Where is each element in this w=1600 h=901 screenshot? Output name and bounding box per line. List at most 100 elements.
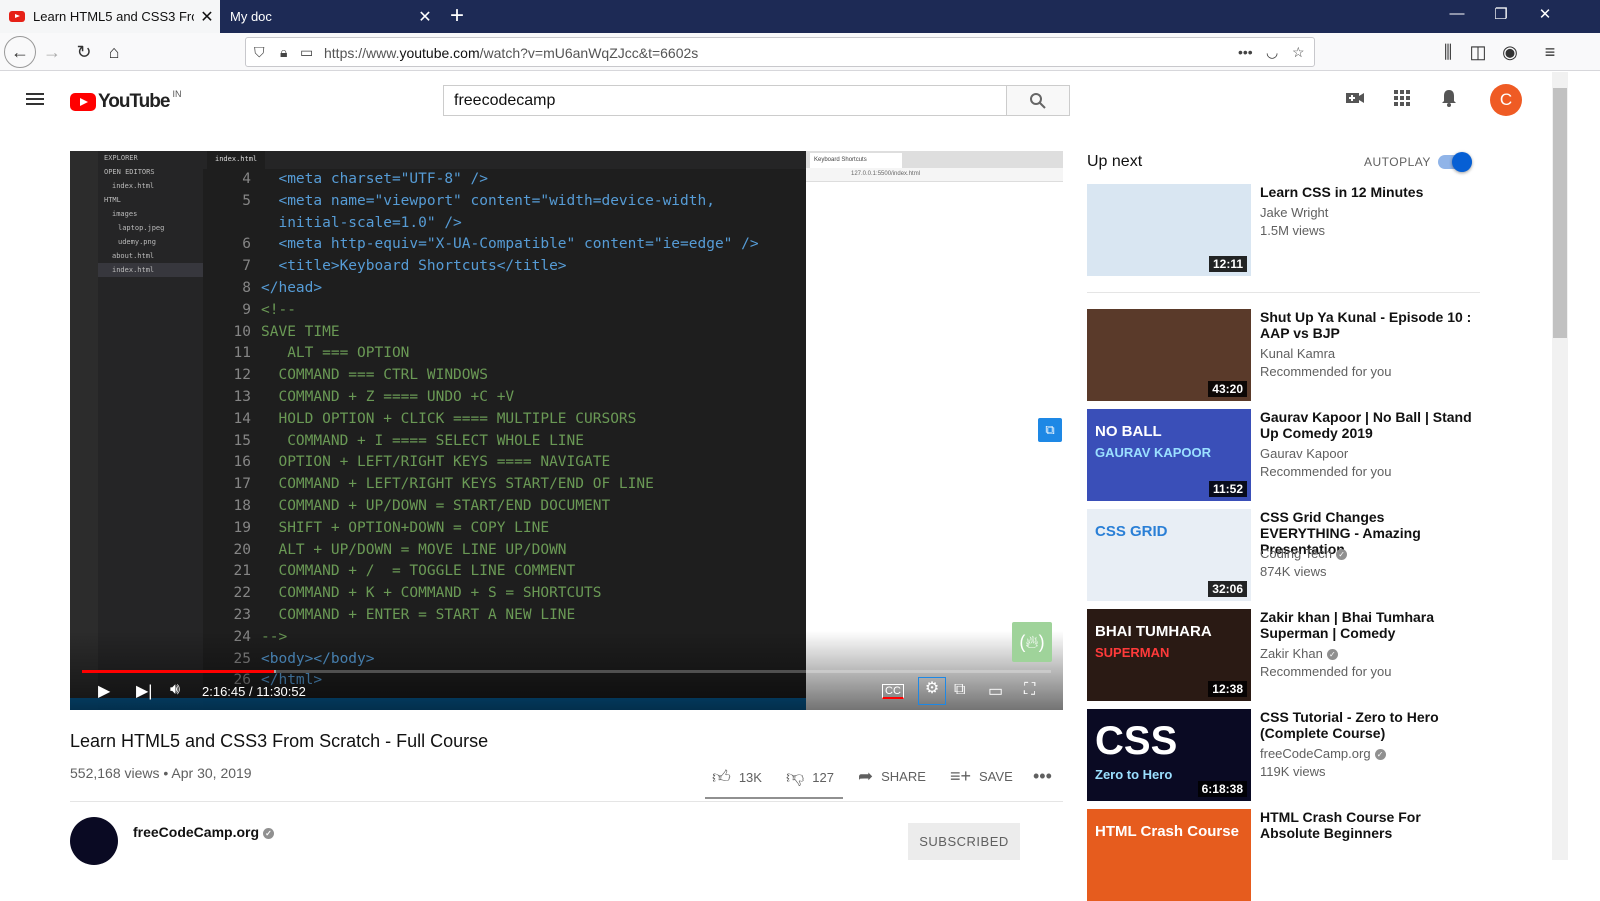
code-text: </head> — [261, 280, 323, 296]
recommendation-title[interactable]: Zakir khan | Bhai Tumhara Superman | Com… — [1260, 609, 1475, 641]
back-arrow-icon[interactable]: ← — [4, 36, 36, 68]
line-number: 23 — [233, 607, 251, 623]
recommendation-item[interactable]: CSS GRID 32:06 CSS Grid Changes EVERYTHING… — [1087, 509, 1480, 601]
create-video-icon[interactable] — [1343, 88, 1367, 112]
editor-activity-bar — [70, 151, 98, 710]
bookmark-star-icon[interactable]: ☆ — [1292, 44, 1305, 61]
browser-tab-youtube[interactable]: Learn HTML5 and CSS3 From S ✕ — [0, 0, 220, 33]
scrollbar-thumb[interactable] — [1553, 88, 1567, 338]
share-label: SHARE — [881, 769, 926, 784]
line-number: 15 — [233, 432, 251, 449]
recommendation-item[interactable]: 12:11 Learn CSS in 12 Minutes Jake Wright 1… — [1087, 184, 1480, 276]
restore-window-icon[interactable]: ❐ — [1486, 5, 1516, 23]
recommendation-title[interactable]: CSS Tutorial - Zero to Hero (Complete Co… — [1260, 709, 1475, 741]
recommendation-views: Recommended for you — [1260, 364, 1392, 379]
recommendation-item[interactable]: HTML Crash Course HTML Crash Course For A… — [1087, 809, 1480, 901]
video-thumbnail[interactable]: CSS GRID 32:06 — [1087, 509, 1251, 601]
line-number: 16 — [233, 454, 251, 471]
sidebar-icon[interactable]: ◫ — [1464, 38, 1492, 66]
share-arrow-icon: ➦ — [858, 766, 874, 786]
dislike-button[interactable]: 👎︎ 127 — [786, 766, 834, 788]
recommendation-item[interactable]: BHAI TUMHARA SUPERMAN 12:38 Zakir khan | Bh… — [1087, 609, 1480, 701]
subscribe-button[interactable]: SUBSCRIBED — [908, 823, 1020, 860]
guide-menu-icon[interactable] — [26, 93, 44, 95]
shield-icon[interactable]: ⛉ — [254, 44, 265, 61]
new-tab-icon[interactable]: + — [444, 2, 470, 30]
freecodecamp-watermark-icon[interactable]: (🔥︎) — [1012, 622, 1052, 662]
video-thumbnail[interactable]: 43:20 — [1087, 309, 1251, 401]
recommendation-item[interactable]: 43:20 Shut Up Ya Kunal - Episode 10 : AAP… — [1087, 309, 1480, 401]
recommendation-title[interactable]: Learn CSS in 12 Minutes — [1260, 184, 1475, 200]
recommendation-channel[interactable]: Gaurav Kapoor — [1260, 446, 1348, 461]
fullscreen-icon[interactable]: ⛶ — [1024, 681, 1035, 699]
recommendation-channel[interactable]: freeCodeCamp.org ✓ — [1260, 746, 1386, 761]
video-thumbnail[interactable]: CSS Zero to Hero 6:18:38 — [1087, 709, 1251, 801]
recommendation-title[interactable]: Shut Up Ya Kunal - Episode 10 : AAP vs B… — [1260, 309, 1475, 341]
menu-icon[interactable]: ≡ — [1536, 38, 1564, 66]
account-icon[interactable]: ◉ — [1496, 38, 1524, 66]
video-thumbnail[interactable]: HTML Crash Course — [1087, 809, 1251, 901]
url-text[interactable]: https://www.youtube.com/watch?v=mU6anWqZ… — [324, 45, 698, 61]
recommendation-channel[interactable]: Coding Tech ✓ — [1260, 546, 1348, 561]
line-number: 13 — [233, 389, 251, 405]
subtitles-cc-icon[interactable]: CC — [882, 684, 904, 699]
browser-tab-mydoc[interactable]: My doc ✕ — [220, 0, 438, 33]
home-icon[interactable]: ⌂ — [100, 38, 128, 66]
reload-icon[interactable]: ↻ — [70, 38, 98, 66]
recommendation-title[interactable]: HTML Crash Course For Absolute Beginners — [1260, 809, 1475, 841]
thumbnail-subtext: GAURAV KAPOOR — [1095, 445, 1212, 460]
recommendation-channel[interactable]: Kunal Kamra — [1260, 346, 1335, 361]
more-options-button[interactable]: ••• — [1033, 766, 1052, 787]
video-thumbnail[interactable]: NO BALL GAURAV KAPOOR 11:52 — [1087, 409, 1251, 501]
code-text: COMMAND + / = TOGGLE LINE COMMENT — [261, 563, 576, 580]
video-thumbnail[interactable]: 12:11 — [1087, 184, 1251, 276]
recommendation-channel[interactable]: Zakir Khan ✓ — [1260, 646, 1338, 661]
line-number: 10 — [233, 323, 251, 340]
library-icon[interactable]: ⫼ — [1434, 38, 1462, 66]
recommendation-item[interactable]: NO BALL GAURAV KAPOOR 11:52 Gaurav Kapoor |… — [1087, 409, 1480, 501]
search-input[interactable]: freecodecamp — [443, 85, 1007, 116]
play-icon[interactable]: ▶ — [98, 681, 110, 701]
apps-grid-icon[interactable] — [1390, 88, 1414, 112]
recommendation-channel[interactable]: Jake Wright — [1260, 205, 1328, 220]
avatar[interactable]: C — [1490, 84, 1522, 116]
page-info-icon[interactable]: ▭ — [300, 44, 313, 61]
share-button[interactable]: ➦ SHARE — [858, 766, 926, 787]
save-button[interactable]: ≡+ SAVE — [950, 766, 1013, 787]
like-ratio-bar — [705, 797, 843, 799]
channel-avatar[interactable] — [70, 817, 118, 865]
volume-icon[interactable]: 🔊︎ — [170, 681, 180, 699]
youtube-logo[interactable]: YouTube IN — [70, 89, 181, 113]
minimize-window-icon[interactable]: — — [1442, 5, 1472, 22]
recommendation-views: 119K views — [1260, 764, 1326, 779]
lock-icon[interactable]: 🔒︎ — [280, 44, 287, 61]
close-tab-icon[interactable]: ✕ — [412, 7, 438, 27]
explorer-label: OPEN EDITORS — [104, 168, 155, 176]
video-thumbnail[interactable]: BHAI TUMHARA SUPERMAN 12:38 — [1087, 609, 1251, 701]
forward-arrow-icon[interactable]: → — [38, 38, 66, 66]
close-window-icon[interactable]: ✕ — [1530, 5, 1560, 23]
autoplay-toggle[interactable] — [1438, 152, 1472, 172]
next-icon[interactable]: ▶| — [136, 681, 152, 701]
pocket-icon[interactable]: ◡ — [1266, 44, 1278, 61]
settings-gear-icon[interactable]: ⚙ — [918, 677, 946, 705]
recommendation-title[interactable]: Gaurav Kapoor | No Ball | Stand Up Comed… — [1260, 409, 1475, 441]
notifications-bell-icon[interactable] — [1437, 88, 1461, 112]
thumbs-up-icon: 👍︎ — [712, 767, 731, 787]
picture-in-picture-icon[interactable]: ⧉ — [1038, 418, 1062, 442]
miniplayer-icon[interactable]: ⧉ — [954, 681, 965, 699]
video-player[interactable]: EXPLORER OPEN EDITORS index.html HTML im… — [70, 151, 1063, 710]
verified-check-icon: ✓ — [1374, 749, 1386, 761]
theater-mode-icon[interactable]: ▭ — [988, 681, 1003, 701]
code-text: SHIFT + OPTION+DOWN = COPY LINE — [261, 519, 550, 536]
more-actions-icon[interactable]: ••• — [1238, 44, 1253, 60]
url-bar[interactable]: ⛉ 🔒︎ ▭ https://www.youtube.com/watch?v=m… — [245, 37, 1315, 67]
code-text: HOLD OPTION + CLICK ==== MULTIPLE CURSOR… — [261, 410, 637, 427]
search-button[interactable] — [1006, 85, 1070, 116]
progress-bar[interactable] — [82, 670, 1051, 673]
close-tab-icon[interactable]: ✕ — [194, 7, 220, 27]
recommendation-item[interactable]: CSS Zero to Hero 6:18:38 CSS Tutorial - Zer… — [1087, 709, 1480, 801]
channel-name[interactable]: freeCodeCamp.org ✓ — [133, 824, 275, 840]
like-button[interactable]: 👍︎ 13K — [712, 766, 762, 788]
editor-tab-bar: index.html — [203, 151, 806, 169]
